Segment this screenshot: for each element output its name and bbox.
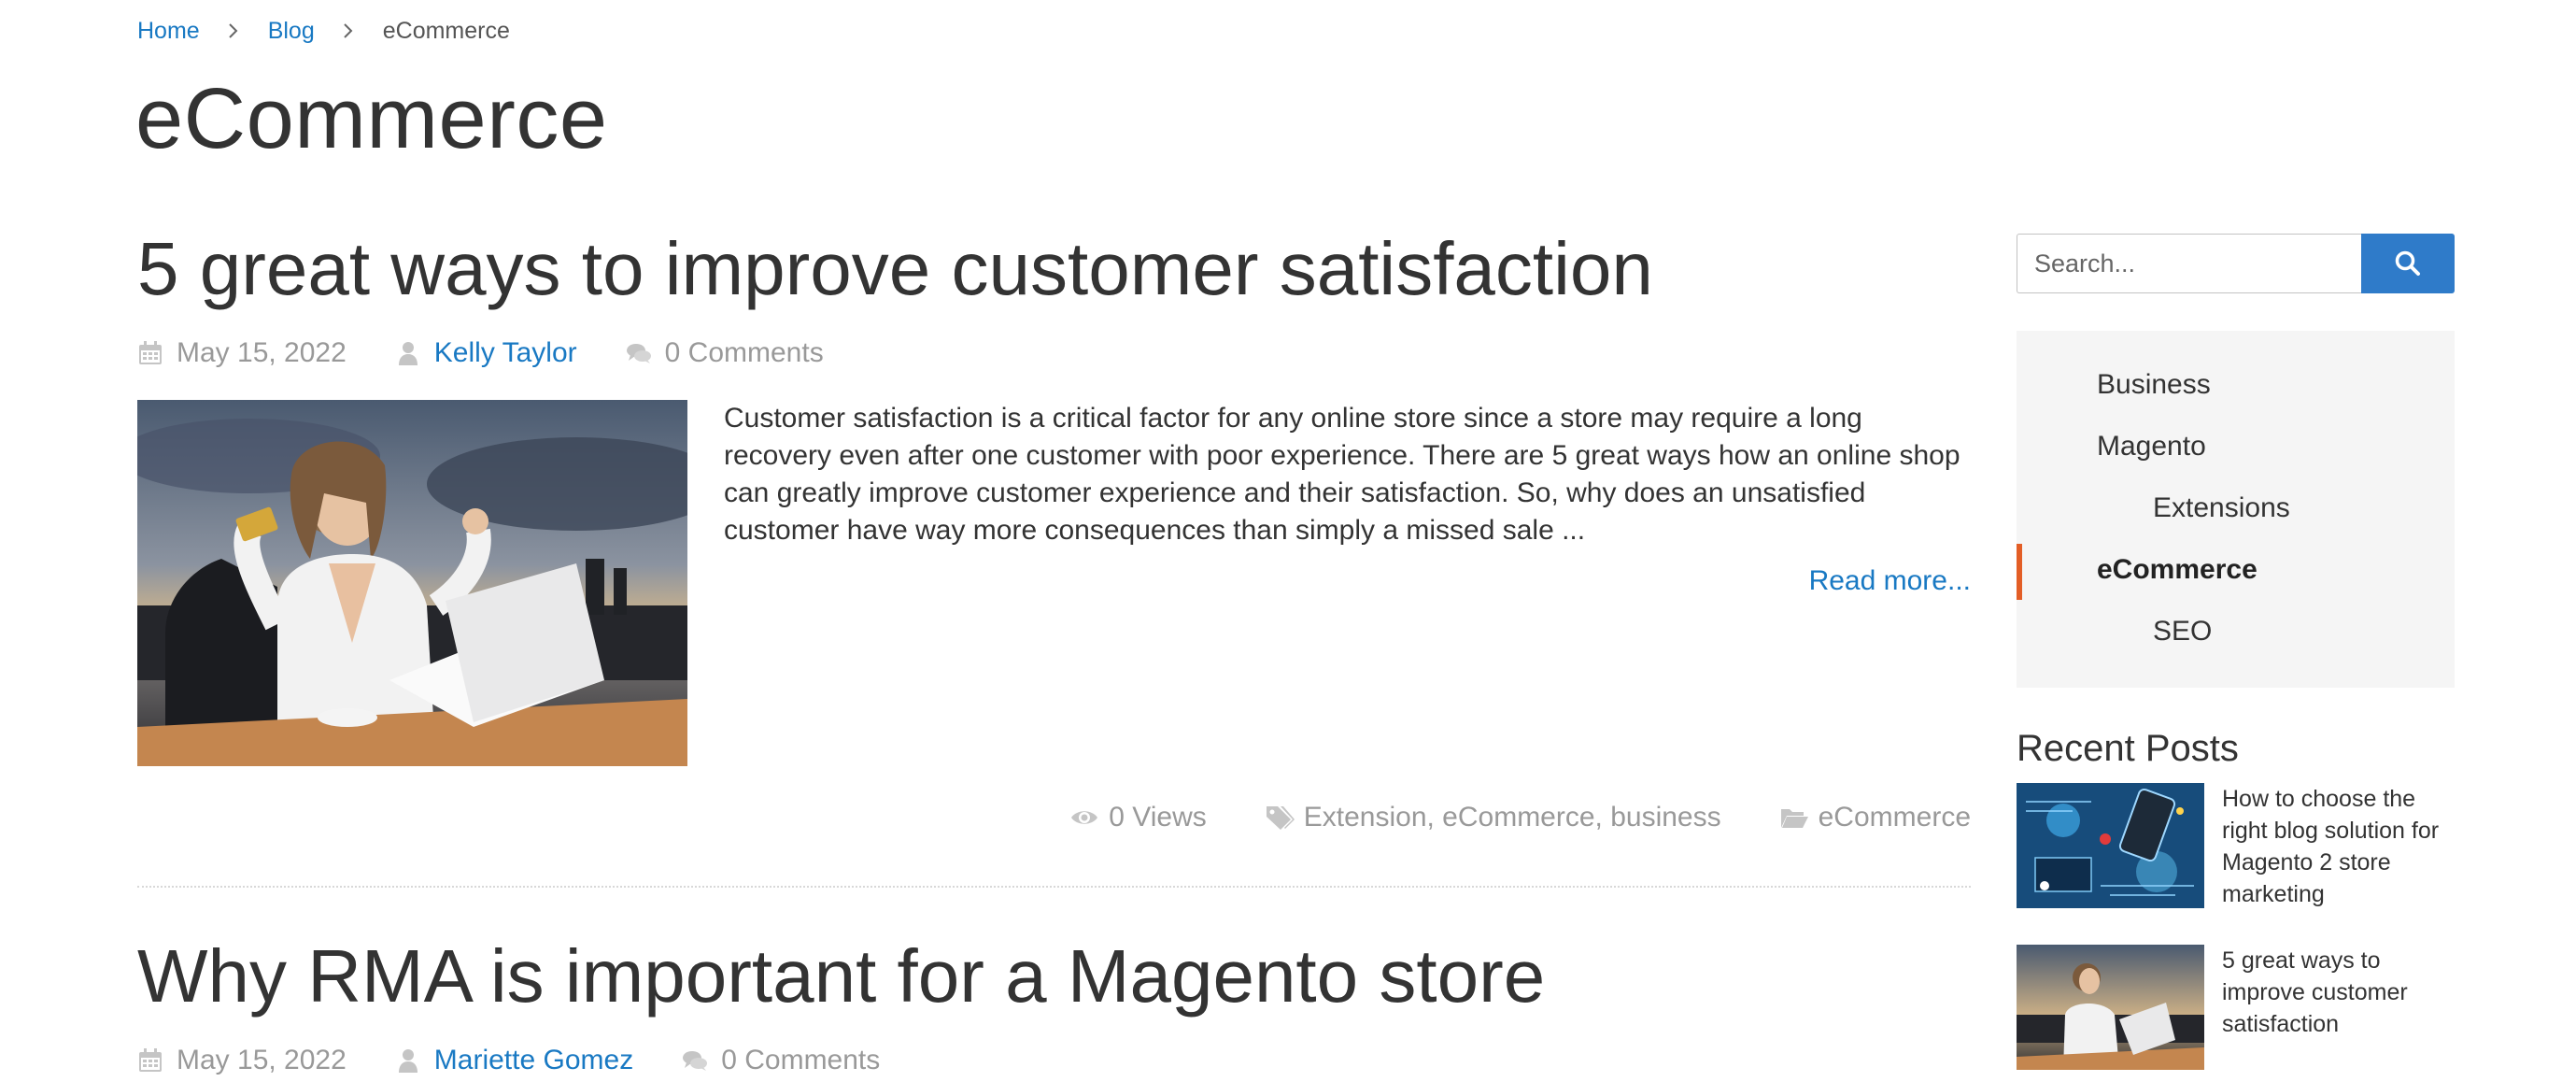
post-meta: May 15, 2022 Kelly Taylor 0 Comments (137, 336, 1971, 370)
category-extensions[interactable]: Extensions (2153, 490, 2290, 527)
post-title-link[interactable]: Why RMA is important for a Magento store (137, 930, 1971, 1023)
post-meta: May 15, 2022 Mariette Gomez 0 Comments (137, 1044, 1971, 1077)
recent-post-thumbnail[interactable] (2017, 945, 2204, 1070)
recent-post-thumbnail[interactable] (2017, 783, 2204, 908)
post-author-link[interactable]: Mariette Gomez (434, 1045, 633, 1076)
user-icon (398, 342, 418, 365)
post-excerpt: Customer satisfaction is a critical fact… (724, 403, 1960, 546)
breadcrumb-home-link[interactable]: Home (137, 18, 200, 45)
post-tags: Extension, eCommerce, business (1265, 802, 1721, 833)
breadcrumb: Home Blog eCommerce (137, 17, 510, 45)
post-author: Kelly Taylor (395, 337, 577, 369)
comments-icon (626, 344, 651, 363)
eye-icon (1071, 811, 1098, 824)
recent-post-link[interactable]: 5 great ways to improve customer satisfa… (2222, 945, 2456, 1040)
breadcrumb-current: eCommerce (382, 17, 510, 44)
folder-open-icon (1780, 809, 1808, 828)
post-comments: 0 Comments (682, 1045, 880, 1076)
recent-post-link[interactable]: How to choose the right blog solution fo… (2222, 783, 2456, 910)
recent-posts-title: Recent Posts (2017, 728, 2239, 769)
post-date-text: May 15, 2022 (177, 1045, 347, 1075)
post-category: eCommerce (1779, 802, 1971, 833)
post-views-text: 0 Views (1109, 802, 1207, 833)
calendar-icon (139, 1048, 162, 1072)
post-date: May 15, 2022 (137, 1045, 347, 1076)
post-views: 0 Views (1069, 802, 1207, 833)
post-featured-image[interactable] (137, 400, 687, 766)
breadcrumb-blog-link[interactable]: Blog (268, 18, 315, 45)
post-tags-links[interactable]: Extension, eCommerce, business (1304, 802, 1721, 833)
post-comments-link[interactable]: 0 Comments (721, 1045, 880, 1076)
chevron-right-icon (315, 22, 383, 39)
post-comments: 0 Comments (626, 337, 824, 369)
category-magento[interactable]: Magento (2097, 428, 2206, 465)
chevron-right-icon (200, 22, 268, 39)
post-comments-link[interactable]: 0 Comments (665, 337, 824, 369)
calendar-icon (139, 341, 162, 364)
category-seo[interactable]: SEO (2153, 613, 2212, 650)
post-author: Mariette Gomez (395, 1045, 633, 1076)
post-footer: 0 Views Extension, eCommerce, business e… (1012, 799, 1971, 836)
category-ecommerce[interactable]: eCommerce (2097, 551, 2258, 589)
post-divider (137, 886, 1971, 888)
blog-post: 5 great ways to improve customer satisfa… (137, 222, 1971, 833)
search-icon (2395, 250, 2420, 276)
blog-post: Why RMA is important for a Magento store… (137, 930, 1971, 1077)
user-icon (398, 1049, 418, 1073)
post-category-link[interactable]: eCommerce (1819, 802, 1971, 833)
search-input[interactable] (2017, 234, 2361, 293)
post-date: May 15, 2022 (137, 337, 347, 369)
post-body: Customer satisfaction is a critical fact… (137, 400, 1971, 766)
active-category-marker (2017, 544, 2022, 600)
category-business[interactable]: Business (2097, 366, 2211, 404)
post-author-link[interactable]: Kelly Taylor (434, 337, 577, 369)
search-button[interactable] (2361, 234, 2455, 293)
post-title-link[interactable]: 5 great ways to improve customer satisfa… (137, 222, 1971, 316)
page-title: eCommerce (135, 71, 608, 166)
tags-icon (1266, 806, 1295, 830)
comments-icon (683, 1051, 708, 1071)
post-date-text: May 15, 2022 (177, 337, 347, 368)
read-more-link[interactable]: Read more... (1809, 565, 1971, 597)
